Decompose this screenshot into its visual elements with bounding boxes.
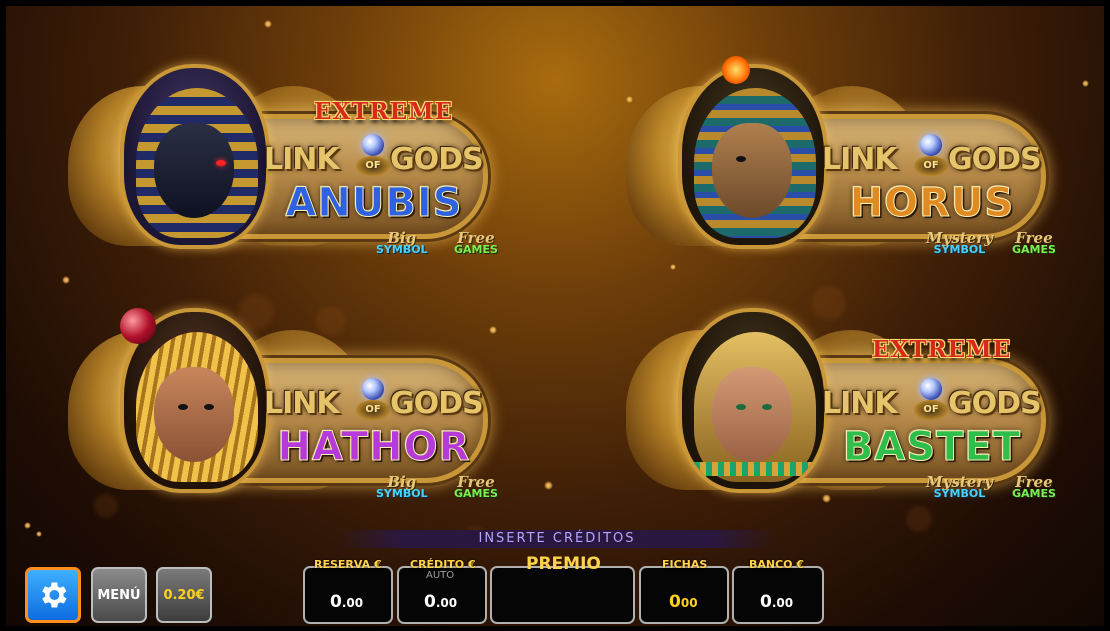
feature-free-games: Free GAMES	[454, 475, 498, 500]
feature-big-symbol: Big SYMBOL	[376, 475, 428, 500]
sparkle	[264, 20, 272, 28]
queen-eye	[204, 404, 214, 410]
jackal-head	[154, 123, 234, 218]
fichas-label: FICHAS	[662, 558, 708, 571]
extreme-label: EXTREME	[872, 336, 1012, 363]
ruby-orb-icon	[120, 308, 156, 344]
link-of-gods-logo: LINK OF GODS	[822, 134, 1052, 184]
feature-mystery-symbol: Mystery SYMBOL	[926, 475, 993, 500]
reserva-value: 0.00	[330, 592, 363, 612]
feature-big-symbol: Big SYMBOL	[376, 231, 428, 256]
fichas-value: 000	[669, 592, 698, 612]
collar	[682, 462, 824, 476]
red-eye	[216, 160, 226, 166]
queen-eye	[178, 404, 188, 410]
credito-value: 0.00	[424, 592, 457, 612]
goddess-eye	[736, 404, 746, 410]
horus-portrait	[678, 64, 828, 249]
of-word: OF	[914, 400, 948, 420]
sun-disk-icon	[722, 56, 750, 84]
link-word: LINK	[822, 386, 898, 421]
feature-word: SYMBOL	[376, 243, 428, 256]
credito-dec: .00	[435, 596, 458, 610]
link-of-gods-logo: LINK OF GODS	[264, 134, 494, 184]
gem-icon	[362, 134, 384, 156]
game-tile-hathor[interactable]: LINK OF GODS HATHOR Big SYMBOL Free GAME…	[68, 278, 518, 508]
gem-icon	[920, 134, 942, 156]
game-name: HORUS	[849, 180, 1015, 227]
feature-word: GAMES	[454, 487, 498, 500]
feature-word: SYMBOL	[933, 243, 986, 256]
game-name: ANUBIS	[285, 180, 463, 227]
link-of-gods-logo: LINK OF GODS	[264, 378, 494, 428]
game-tile-horus[interactable]: LINK OF GODS HORUS Mystery SYMBOL Free G…	[626, 34, 1076, 264]
banco-label: BANCO €	[749, 558, 805, 571]
reserva-label: RESERVA €	[314, 558, 382, 571]
feature-free-games: Free GAMES	[1012, 475, 1056, 500]
auto-label: AUTO	[426, 570, 455, 581]
banco-dec: .00	[771, 596, 794, 610]
fichas-int: 0	[669, 592, 681, 612]
queen-face	[154, 367, 234, 462]
gem-icon	[920, 378, 942, 400]
bastet-portrait	[678, 308, 828, 493]
settings-button[interactable]	[25, 567, 81, 623]
fichas-dec: 00	[680, 596, 698, 610]
falcon-head	[712, 123, 792, 218]
feature-word: SYMBOL	[933, 487, 986, 500]
sparkle	[1082, 80, 1089, 87]
game-tile-bastet[interactable]: EXTREME LINK OF GODS BASTET Mystery SYMB…	[626, 278, 1076, 508]
reserva-dec: .00	[341, 596, 364, 610]
banco-int: 0	[760, 592, 772, 612]
link-word: LINK	[264, 386, 340, 421]
sparkle	[544, 481, 553, 490]
gear-icon	[42, 582, 67, 608]
goddess-eye	[762, 404, 772, 410]
banco-value: 0.00	[760, 592, 793, 612]
feature-free-games: Free GAMES	[454, 231, 498, 256]
gods-word: GODS	[390, 386, 484, 421]
reserva-int: 0	[330, 592, 342, 612]
sparkle	[24, 522, 31, 529]
bokeh-light	[906, 506, 932, 532]
of-word: OF	[356, 156, 390, 176]
game-name: HATHOR	[277, 424, 471, 471]
insert-credits-banner: INSERTE CRÉDITOS	[337, 530, 777, 548]
of-word: OF	[914, 156, 948, 176]
anubis-portrait	[120, 64, 270, 249]
credito-int: 0	[424, 592, 436, 612]
feature-free-games: Free GAMES	[1012, 231, 1056, 256]
menu-button[interactable]: MENÚ	[91, 567, 147, 623]
link-word: LINK	[822, 142, 898, 177]
extreme-label: EXTREME	[314, 98, 454, 125]
bet-value-button[interactable]: 0.20€	[156, 567, 212, 623]
feature-word: SYMBOL	[376, 487, 428, 500]
gem-icon	[362, 378, 384, 400]
feature-word: GAMES	[1012, 243, 1056, 256]
feature-mystery-symbol: Mystery SYMBOL	[926, 231, 993, 256]
goddess-face	[712, 367, 792, 462]
gods-word: GODS	[390, 142, 484, 177]
link-of-gods-logo: LINK OF GODS	[822, 378, 1052, 428]
gods-word: GODS	[948, 386, 1042, 421]
feature-word: GAMES	[1012, 487, 1056, 500]
sparkle	[36, 531, 42, 537]
game-name: BASTET	[842, 424, 1022, 471]
link-word: LINK	[264, 142, 340, 177]
gods-word: GODS	[948, 142, 1042, 177]
of-word: OF	[356, 400, 390, 420]
feature-word: GAMES	[454, 243, 498, 256]
premio-label: PREMIO	[526, 554, 601, 574]
game-tile-anubis[interactable]: EXTREME LINK OF GODS ANUBIS Big SYMBOL F…	[68, 34, 518, 264]
falcon-eye	[736, 156, 746, 162]
sparkle	[670, 264, 676, 270]
premio-meter	[490, 566, 635, 624]
